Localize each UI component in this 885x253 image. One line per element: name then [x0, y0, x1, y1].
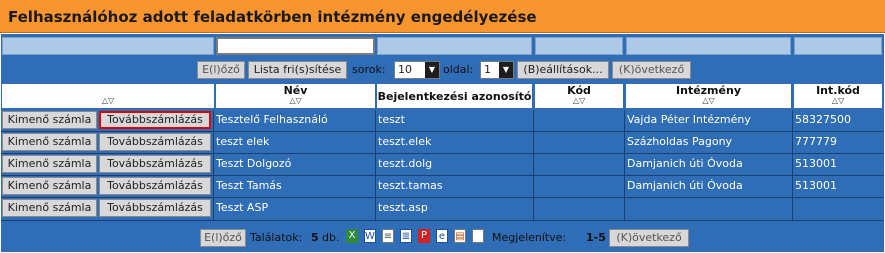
- rows-select[interactable]: 10 ▼: [394, 61, 440, 79]
- sort-arrows-icon[interactable]: △▽: [626, 96, 791, 106]
- column-divider: [533, 110, 534, 220]
- column-divider: [213, 110, 214, 220]
- text-export-icon[interactable]: ≡: [382, 229, 394, 243]
- row-divider: [1, 220, 884, 221]
- cell-intkod: 513001: [793, 176, 883, 196]
- tovabbszamlazas-button[interactable]: Továbbszámlázás: [99, 155, 211, 173]
- cell-kod: [534, 176, 623, 196]
- column-divider: [375, 110, 376, 220]
- cell-login: teszt.tamas: [376, 176, 532, 196]
- cell-intkod: 58327500: [793, 110, 883, 130]
- filter-intkod-input[interactable]: [794, 37, 882, 55]
- table-row[interactable]: Kimenő számla Továbbszámlázás Teszt Tamá…: [1, 176, 884, 196]
- cell-login: teszt.dolg: [376, 154, 532, 174]
- page-label: oldal:: [443, 63, 474, 76]
- filter-login-cell: [377, 37, 532, 55]
- table-row[interactable]: Kimenő számla Továbbszámlázás Tesztelő F…: [1, 110, 884, 130]
- row-divider: [1, 197, 884, 198]
- next-button-bottom[interactable]: (K)övetkező: [609, 229, 689, 247]
- cell-intkod: [793, 198, 883, 218]
- row-divider: [1, 153, 884, 154]
- row-divider: [1, 131, 884, 132]
- chevron-down-icon: ▼: [499, 62, 513, 78]
- cell-kod: [534, 198, 623, 218]
- refresh-list-button[interactable]: Lista fri(s)sítése: [248, 61, 347, 79]
- results-label: Találatok:: [250, 231, 303, 244]
- results-unit: db.: [322, 231, 340, 244]
- filter-cell-buttons: [2, 37, 214, 55]
- kimeno-szamla-button[interactable]: Kimenő számla: [2, 155, 97, 173]
- sort-arrows-icon[interactable]: △▽: [216, 96, 375, 106]
- header-login[interactable]: Bejelentkezési azonosító: [377, 84, 532, 108]
- table-row[interactable]: Kimenő számla Továbbszámlázás Teszt Dolg…: [1, 154, 884, 174]
- rows-label: sorok:: [352, 63, 386, 76]
- column-divider: [792, 110, 793, 220]
- prev-button-top[interactable]: E(l)őző: [197, 61, 245, 79]
- cell-kod: [534, 132, 623, 152]
- prev-button-bottom[interactable]: E(l)őző: [200, 229, 246, 247]
- title-bar: Felhasználóhoz adott feladatkörben intéz…: [0, 0, 885, 33]
- kimeno-szamla-button[interactable]: Kimenő számla: [2, 177, 97, 195]
- tovabbszamlazas-button[interactable]: Továbbszámlázás: [99, 133, 211, 151]
- cell-kod: [534, 110, 623, 130]
- settings-button[interactable]: (B)eállítások...: [517, 61, 609, 79]
- page-title: Felhasználóhoz adott feladatkörben intéz…: [8, 8, 537, 26]
- kimeno-szamla-button[interactable]: Kimenő számla: [2, 133, 97, 151]
- kimeno-szamla-button[interactable]: Kimenő számla: [2, 199, 97, 217]
- cell-intkod: 777779: [793, 132, 883, 152]
- filter-nev-input[interactable]: [216, 37, 375, 55]
- cell-nev: Teszt ASP: [214, 198, 374, 218]
- sort-arrows-icon[interactable]: △▽: [2, 96, 214, 106]
- row-divider: [1, 175, 884, 176]
- cell-intezmeny: Damjanich úti Óvoda: [625, 176, 791, 196]
- shown-range: 1-5: [586, 231, 606, 244]
- cell-nev: Teszt Dolgozó: [214, 154, 374, 174]
- chevron-down-icon: ▼: [425, 62, 439, 78]
- tovabbszamlazas-button[interactable]: Továbbszámlázás: [99, 199, 211, 217]
- header-actions: △▽: [2, 84, 214, 108]
- results-count: 5: [311, 231, 319, 244]
- document-export-icon[interactable]: ≣: [400, 229, 412, 243]
- header-login-label: Bejelentkezési azonosító: [377, 90, 532, 103]
- header-kod[interactable]: Kód △▽: [535, 84, 623, 108]
- header-intkod[interactable]: Int.kód △▽: [794, 84, 882, 108]
- cell-intezmeny: Százholdas Pagony: [625, 132, 791, 152]
- cell-nev: Teszt Tamás: [214, 176, 374, 196]
- cell-nev: Tesztelő Felhasználó: [214, 110, 374, 130]
- header-nev[interactable]: Név △▽: [216, 84, 375, 108]
- header-intezmeny[interactable]: Intézmény △▽: [626, 84, 791, 108]
- tovabbszamlazas-button[interactable]: Továbbszámlázás: [99, 177, 211, 195]
- excel-export-icon[interactable]: X: [346, 229, 358, 243]
- cell-intezmeny: [625, 198, 791, 218]
- filter-intezmeny-input[interactable]: [626, 37, 791, 55]
- print-export-icon[interactable]: ▤: [454, 229, 466, 243]
- page-select[interactable]: 1 ▼: [480, 61, 514, 79]
- tovabbszamlazas-button[interactable]: Továbbszámlázás: [99, 111, 211, 129]
- cell-intezmeny: Damjanich úti Óvoda: [625, 154, 791, 174]
- shown-label: Megjelenítve:: [492, 231, 567, 244]
- next-button-top[interactable]: (K)övetkező: [612, 61, 691, 79]
- cell-login: teszt: [376, 110, 532, 130]
- cell-login: teszt.asp: [376, 198, 532, 218]
- cell-kod: [534, 154, 623, 174]
- table-row[interactable]: Kimenő számla Továbbszámlázás Teszt ASP …: [1, 198, 884, 218]
- cell-login: teszt.elek: [376, 132, 532, 152]
- kimeno-szamla-button[interactable]: Kimenő számla: [2, 111, 97, 129]
- blank-page-icon[interactable]: [472, 229, 484, 243]
- filter-kod-input[interactable]: [535, 37, 623, 55]
- table-row[interactable]: Kimenő számla Továbbszámlázás teszt elek…: [1, 132, 884, 152]
- window: Felhasználóhoz adott feladatkörben intéz…: [0, 0, 885, 253]
- rows-select-value: 10: [398, 63, 412, 76]
- column-divider: [624, 110, 625, 220]
- cell-intezmeny: Vajda Péter Intézmény: [625, 110, 791, 130]
- cell-nev: teszt elek: [214, 132, 374, 152]
- cell-intkod: 513001: [793, 154, 883, 174]
- page-select-value: 1: [484, 63, 491, 76]
- pdf-export-icon[interactable]: P: [418, 229, 430, 243]
- word-export-icon[interactable]: W: [364, 229, 376, 243]
- sort-arrows-icon[interactable]: △▽: [794, 96, 882, 106]
- web-export-icon[interactable]: e: [436, 229, 448, 243]
- sort-arrows-icon[interactable]: △▽: [535, 96, 623, 106]
